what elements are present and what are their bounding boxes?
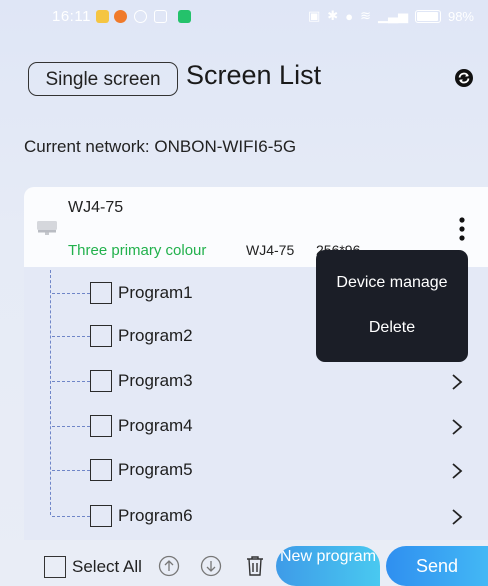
program-label: Program2 <box>118 326 193 345</box>
weibo-icon <box>114 10 127 23</box>
list-item[interactable]: Program3 <box>0 367 488 397</box>
single-screen-button[interactable]: Single screen <box>28 62 178 96</box>
wifi-icon: ≋ <box>360 8 371 23</box>
tree-branch <box>52 293 90 294</box>
tree-branch <box>52 426 90 427</box>
program-checkbox[interactable] <box>90 282 112 304</box>
battery-level: 98% <box>447 8 474 24</box>
battery-icon <box>414 9 441 23</box>
led-screen-icon <box>37 221 57 235</box>
chevron-right-icon[interactable] <box>450 372 464 392</box>
list-item[interactable]: Program4 <box>0 412 488 442</box>
alert-icon <box>178 10 191 23</box>
program-label: Program5 <box>118 460 193 479</box>
program-checkbox[interactable] <box>90 415 112 437</box>
chevron-right-icon[interactable] <box>450 507 464 527</box>
move-up-icon[interactable] <box>158 555 180 577</box>
program-label: Program3 <box>118 371 193 390</box>
program-label: Program4 <box>118 416 193 435</box>
page-title: Screen List <box>186 60 322 90</box>
new-program-button[interactable]: New program <box>276 546 380 586</box>
status-bar: 16:11 ▣ ✱ ● ≋ ▁▃▅ 98% <box>0 0 488 34</box>
signal-icon: ▁▃▅ <box>377 8 408 23</box>
select-all-checkbox[interactable] <box>44 556 66 578</box>
chevron-right-icon[interactable] <box>450 461 464 481</box>
device-type: Three primary colour <box>68 242 207 259</box>
current-network-label: Current network: ONBON-WIFI6-5G <box>24 137 297 156</box>
program-label: Program1 <box>118 283 193 302</box>
menu-item-device-manage[interactable]: Device manage <box>316 274 468 292</box>
device-options-menu: Device manage Delete <box>316 250 468 362</box>
program-checkbox[interactable] <box>90 325 112 347</box>
status-indicators: ▣ ✱ ● ≋ ▁▃▅ 98% <box>308 8 474 24</box>
status-time: 16:11 <box>52 8 91 25</box>
list-item[interactable]: Program6 <box>0 502 488 532</box>
location-icon: ● <box>345 8 354 24</box>
select-all-label[interactable]: Select All <box>72 557 142 577</box>
more-options-icon[interactable] <box>456 215 468 243</box>
menu-item-delete[interactable]: Delete <box>316 319 468 337</box>
list-item[interactable]: Program5 <box>0 456 488 486</box>
move-down-icon[interactable] <box>200 555 222 577</box>
program-checkbox[interactable] <box>90 459 112 481</box>
qq-icon <box>96 10 109 23</box>
chevron-right-icon[interactable] <box>450 417 464 437</box>
device-model: WJ4-75 <box>246 242 295 258</box>
program-label: Program6 <box>118 506 193 525</box>
trash-icon[interactable] <box>244 554 266 578</box>
bluetooth-icon: ✱ <box>327 8 339 23</box>
refresh-icon[interactable] <box>454 68 474 88</box>
tree-branch <box>52 336 90 337</box>
nfc-icon: ▣ <box>308 8 321 23</box>
tree-branch <box>52 381 90 382</box>
notification-icon <box>134 10 147 23</box>
tree-branch <box>52 516 90 517</box>
device-name: WJ4-75 <box>68 199 124 216</box>
send-button[interactable]: Send <box>386 546 488 586</box>
tree-branch <box>52 470 90 471</box>
app-icon <box>154 10 167 23</box>
program-checkbox[interactable] <box>90 370 112 392</box>
program-checkbox[interactable] <box>90 505 112 527</box>
